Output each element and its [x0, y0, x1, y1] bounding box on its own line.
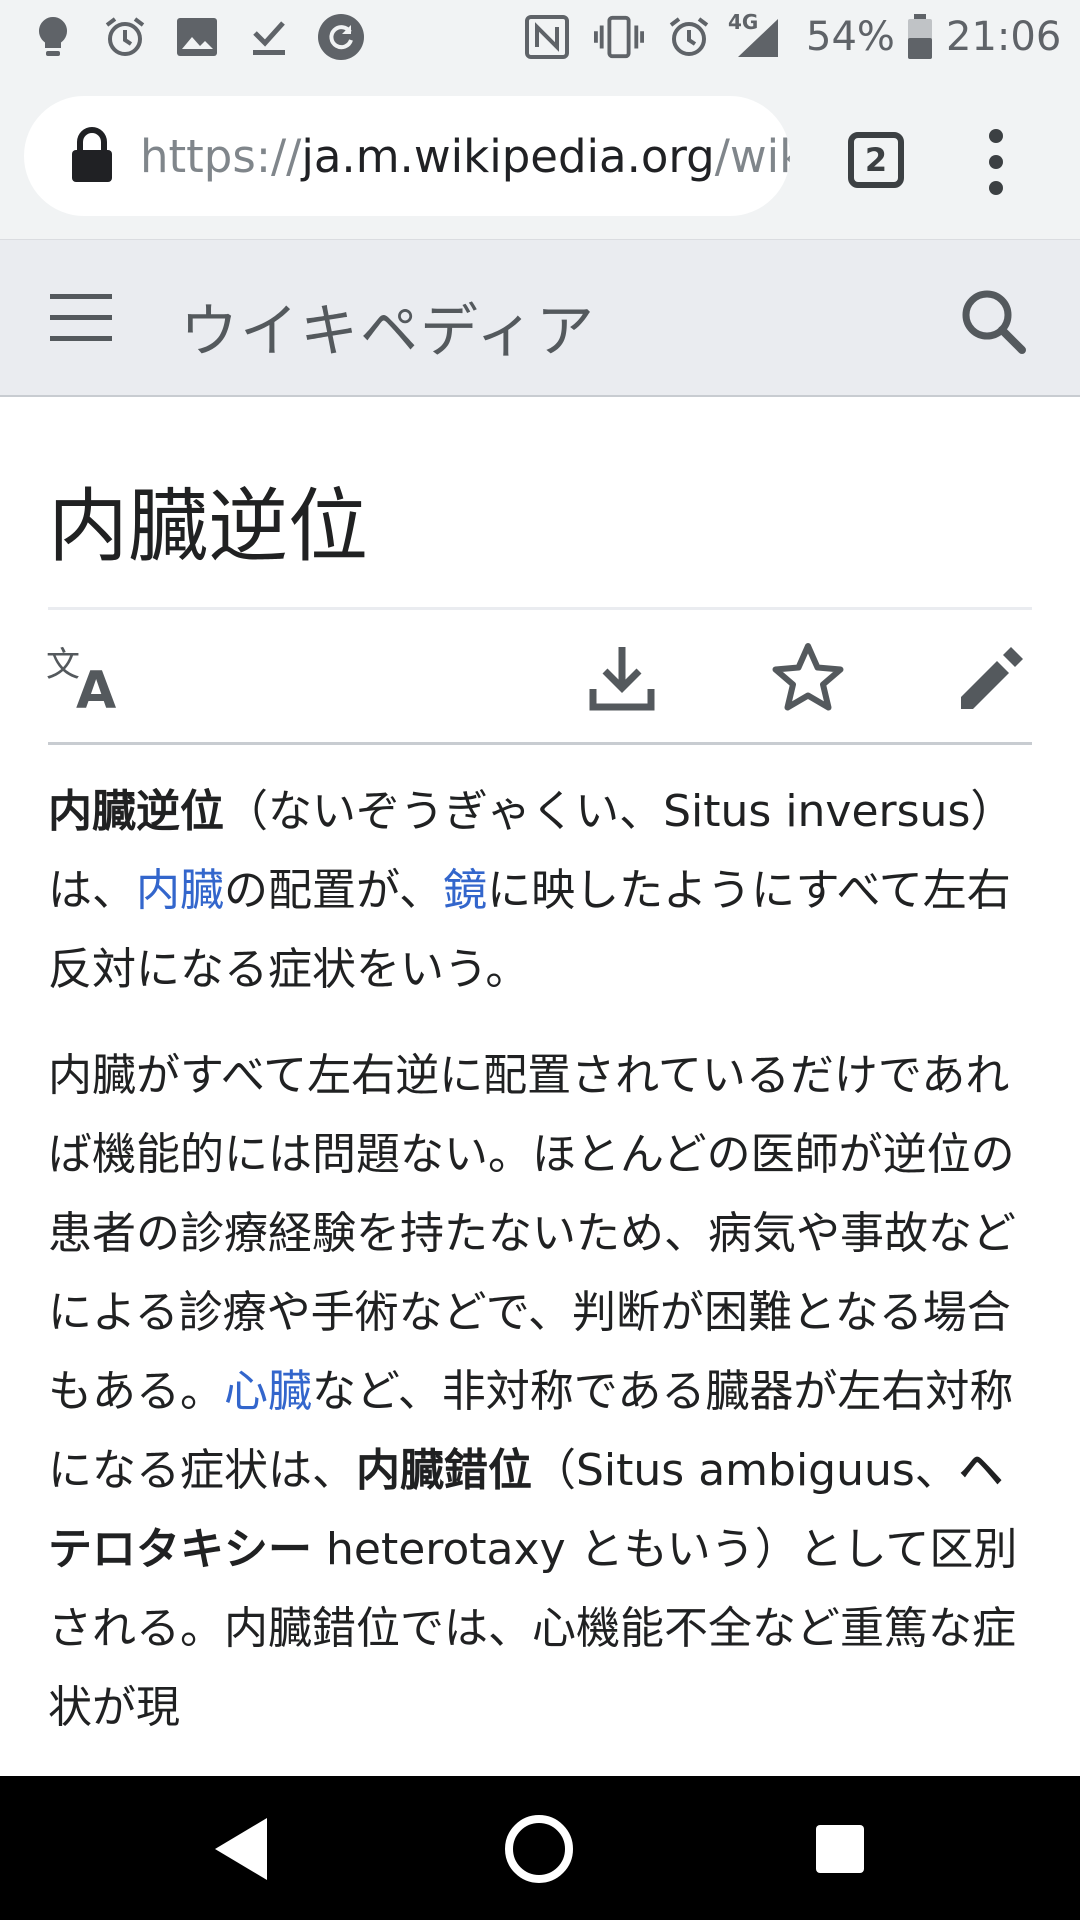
sync-icon: [316, 12, 366, 62]
browser-toolbar: https://ja.m.wikipedia.org/wik 2: [0, 74, 1080, 240]
image-icon: [172, 12, 222, 62]
divider: [48, 607, 1032, 610]
search-icon[interactable]: [960, 288, 1026, 354]
link-naizo[interactable]: 内臓: [136, 865, 224, 916]
url-path: /wik: [714, 129, 790, 183]
article-content: 内臓逆位（ないぞうぎゃくい、Situs inversus）は、内臓の配置が、鏡に…: [48, 772, 1034, 1774]
back-icon[interactable]: [196, 1804, 286, 1894]
tab-switcher-button[interactable]: 2: [848, 132, 904, 188]
more-options-icon[interactable]: [968, 124, 1024, 200]
battery-percent: 54%: [806, 14, 895, 60]
navigation-bar: [0, 1776, 1080, 1920]
download-icon[interactable]: [584, 640, 660, 716]
text: （Situs ambiguus、: [532, 1445, 959, 1496]
nfc-icon: [522, 12, 572, 62]
link-shinzo[interactable]: 心臓: [224, 1366, 312, 1417]
edit-icon[interactable]: [954, 640, 1030, 716]
battery-icon: [895, 12, 945, 62]
paragraph: 内臓逆位（ないぞうぎゃくい、Situs inversus）は、内臓の配置が、鏡に…: [48, 772, 1034, 1009]
language-icon[interactable]: 文A: [46, 640, 126, 716]
hamburger-menu-icon[interactable]: [50, 292, 112, 344]
url-text[interactable]: https://ja.m.wikipedia.org/wik: [140, 130, 790, 183]
lightbulb-icon: [28, 12, 78, 62]
status-bar: 4G 54% 21:06: [0, 0, 1080, 74]
svg-text:文: 文: [46, 646, 80, 685]
svg-text:A: A: [76, 661, 116, 710]
term-bold: 内臓錯位: [356, 1445, 532, 1496]
alarm-icon: [100, 12, 150, 62]
term-bold: 内臓逆位: [48, 786, 224, 837]
address-bar[interactable]: https://ja.m.wikipedia.org/wik: [24, 96, 790, 216]
paragraph: 内臓がすべて左右逆に配置されているだけであれば機能的には問題ない。ほとんどの医師…: [48, 1036, 1034, 1747]
alarm-icon-2: [664, 12, 714, 62]
lock-icon: [72, 127, 112, 182]
recents-icon[interactable]: [795, 1804, 885, 1894]
star-icon[interactable]: [770, 640, 846, 716]
link-kagami[interactable]: 鏡: [443, 865, 487, 916]
wiki-header: ウイキペディア: [0, 240, 1080, 397]
vibrate-icon: [594, 12, 644, 62]
clock: 21:06: [946, 14, 1062, 60]
divider: [48, 742, 1032, 745]
page-title: 内臓逆位: [48, 480, 368, 573]
download-done-icon: [244, 12, 294, 62]
home-icon[interactable]: [494, 1804, 584, 1894]
text: 内臓がすべて左右逆に配置されているだけであれば機能的には問題ない。ほとんどの医師…: [48, 1050, 1016, 1417]
url-scheme: https://: [140, 129, 302, 183]
signal-icon: [732, 12, 782, 62]
url-host: ja.m.wikipedia.org: [301, 129, 715, 183]
wiki-logo-title[interactable]: ウイキペディア: [180, 284, 596, 368]
text: の配置が、: [224, 865, 444, 916]
